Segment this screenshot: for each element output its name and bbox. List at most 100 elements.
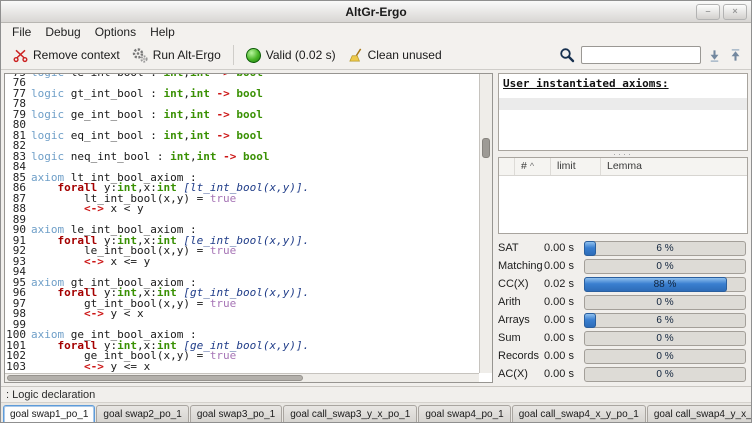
stat-time: 0.00 s: [544, 296, 584, 308]
stat-label: AC(X): [498, 368, 544, 380]
stat-time: 0.00 s: [544, 242, 584, 254]
run-alt-ergo-label: Run Alt-Ergo: [153, 48, 221, 62]
progress-bar: 0 %: [584, 367, 746, 382]
search-input[interactable]: [581, 46, 701, 64]
menu-item-options[interactable]: Options: [88, 24, 143, 40]
stat-row: AC(X)0.00 s0 %: [498, 365, 748, 383]
progress-bar: 6 %: [584, 313, 746, 328]
minimize-button[interactable]: –: [696, 4, 720, 20]
vertical-scrollbar[interactable]: [479, 74, 492, 373]
menu-item-file[interactable]: File: [5, 24, 38, 40]
stat-time: 0.00 s: [544, 368, 584, 380]
code-editor[interactable]: 75logic le_int_bool : int,int -> bool 76…: [5, 74, 479, 373]
code-line: 79logic ge_int_bool : int,int -> bool: [5, 110, 479, 121]
code-line: 81logic eq_int_bool : int,int -> bool: [5, 131, 479, 142]
tab-bar: goal swap1_po_1goal swap2_po_1goal swap3…: [1, 402, 751, 423]
progress-label: 0 %: [585, 332, 745, 345]
stat-row: SAT0.00 s6 %: [498, 239, 748, 257]
tab-goal-call_swap3_y_x_po_1[interactable]: goal call_swap3_y_x_po_1: [283, 405, 417, 423]
stat-row: Matching0.00 s0 %: [498, 257, 748, 275]
menu-item-help[interactable]: Help: [143, 24, 182, 40]
stat-row: Arith0.00 s0 %: [498, 293, 748, 311]
progress-label: 6 %: [585, 242, 745, 255]
tab-goal-swap4_po_1[interactable]: goal swap4_po_1: [418, 405, 510, 423]
progress-bar: 0 %: [584, 295, 746, 310]
progress-label: 0 %: [585, 296, 745, 309]
tab-goal-call_swap4_y_x_po_1[interactable]: goal call_swap4_y_x_po_1: [647, 405, 752, 423]
progress-bar: 0 %: [584, 331, 746, 346]
find-next-button[interactable]: [707, 48, 722, 63]
stat-row: Records0.00 s0 %: [498, 347, 748, 365]
stat-label: SAT: [498, 242, 544, 254]
editor-frame: 75logic le_int_bool : int,int -> bool 76…: [4, 73, 493, 383]
clean-unused-label: Clean unused: [368, 48, 442, 62]
find-previous-button[interactable]: [728, 48, 743, 63]
right-panel: User instantiated axioms: ···· # ^ limit…: [498, 73, 748, 383]
progress-label: 6 %: [585, 314, 745, 327]
stat-label: Records: [498, 350, 544, 362]
stat-label: CC(X): [498, 278, 544, 290]
app-window: AltGr-Ergo – × FileDebugOptionsHelp Remo…: [0, 0, 752, 423]
line-number: 103: [5, 362, 31, 373]
code-line: 83logic neq_int_bool : int,int -> bool: [5, 152, 479, 163]
menu-item-debug[interactable]: Debug: [38, 24, 87, 40]
column-header-lemma[interactable]: Lemma: [601, 158, 747, 175]
code-line: 93 <-> x <= y: [5, 257, 479, 268]
stat-label: Sum: [498, 332, 544, 344]
stat-time: 0.00 s: [544, 332, 584, 344]
column-header-blank: [499, 158, 515, 175]
search-icon: [559, 47, 575, 63]
stat-row: CC(X)0.02 s88 %: [498, 275, 748, 293]
toolbar-separator: [233, 45, 234, 65]
tab-goal-call_swap4_x_y_po_1[interactable]: goal call_swap4_x_y_po_1: [512, 405, 646, 423]
status-label: Valid (0.02 s): [266, 48, 336, 62]
axioms-panel[interactable]: User instantiated axioms:: [498, 73, 748, 151]
run-alt-ergo-button[interactable]: Run Alt-Ergo: [126, 45, 227, 65]
code-line: 98 <-> y < x: [5, 309, 479, 320]
tab-goal-swap2_po_1[interactable]: goal swap2_po_1: [96, 405, 188, 423]
stat-row: Sum0.00 s0 %: [498, 329, 748, 347]
stat-time: 0.00 s: [544, 260, 584, 272]
lemma-table-body[interactable]: [499, 176, 747, 233]
tab-goal-swap1_po_1[interactable]: goal swap1_po_1: [3, 405, 95, 423]
progress-label: 88 %: [585, 278, 745, 291]
progress-bar: 0 %: [584, 349, 746, 364]
progress-bar: 88 %: [584, 277, 746, 292]
column-header-limit[interactable]: limit: [551, 158, 601, 175]
stat-time: 0.00 s: [544, 314, 584, 326]
code-line: 88 <-> x < y: [5, 204, 479, 215]
gear-icon: [132, 47, 148, 63]
clean-unused-button[interactable]: Clean unused: [342, 46, 448, 65]
vertical-scrollbar-thumb[interactable]: [482, 138, 490, 158]
horizontal-scrollbar-thumb[interactable]: [7, 375, 303, 381]
remove-context-label: Remove context: [33, 48, 120, 62]
status-bar: : Logic declaration: [1, 386, 751, 402]
lemma-table: # ^ limit Lemma: [498, 157, 748, 234]
stat-label: Arith: [498, 296, 544, 308]
stat-label: Matching: [498, 260, 544, 272]
scissors-icon: [13, 48, 28, 63]
close-button[interactable]: ×: [723, 4, 747, 20]
code-line: 77logic gt_int_bool : int,int -> bool: [5, 89, 479, 100]
stat-row: Arrays0.00 s6 %: [498, 311, 748, 329]
horizontal-scrollbar[interactable]: [5, 373, 479, 382]
progress-label: 0 %: [585, 350, 745, 363]
window-title: AltGr-Ergo: [345, 5, 406, 19]
column-header-num[interactable]: # ^: [515, 158, 551, 175]
broom-icon: [348, 48, 363, 63]
lemma-table-header: # ^ limit Lemma: [499, 158, 747, 176]
title-bar: AltGr-Ergo – ×: [1, 1, 751, 23]
main-area: 75logic le_int_bool : int,int -> bool 76…: [1, 70, 751, 386]
tab-goal-swap3_po_1[interactable]: goal swap3_po_1: [190, 405, 282, 423]
remove-context-button[interactable]: Remove context: [7, 46, 126, 65]
stat-time: 0.00 s: [544, 350, 584, 362]
status-text: : Logic declaration: [6, 389, 95, 401]
toolbar: Remove context Run Alt-Ergo Valid (0.02 …: [1, 41, 751, 70]
sort-indicator: ^: [530, 161, 534, 171]
menu-bar: FileDebugOptionsHelp: [1, 23, 751, 41]
stat-label: Arrays: [498, 314, 544, 326]
code-line: 103 <-> y <= x: [5, 362, 479, 373]
axioms-selected-row[interactable]: [499, 98, 747, 110]
valid-led-icon: [246, 48, 261, 63]
progress-bar: 0 %: [584, 259, 746, 274]
